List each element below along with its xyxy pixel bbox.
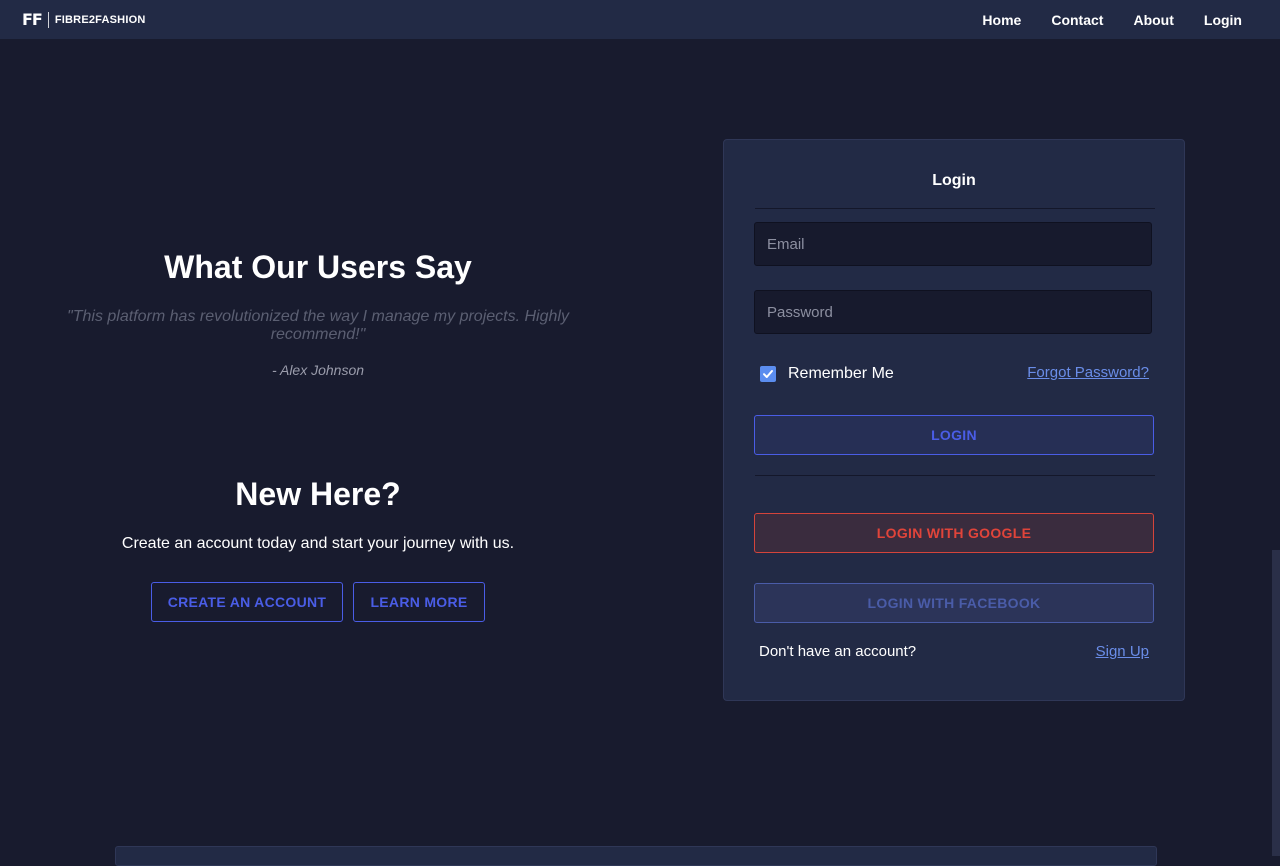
brand-logo[interactable]: FF FIBRE2FASHION [22,10,145,29]
testimonial-title: What Our Users Say [164,249,472,285]
logo-mark: FF [22,10,43,29]
logo-text: FIBRE2FASHION [54,13,146,26]
login-card: Login Remember Me Forgot Password? LOGIN… [723,139,1185,701]
login-card-title: Login [932,172,976,189]
sign-up-link[interactable]: Sign Up [1096,643,1149,660]
remember-me: Remember Me [760,365,894,383]
login-button[interactable]: LOGIN [754,415,1154,455]
testimonial-author: - Alex Johnson [271,362,365,378]
nav-link-login[interactable]: Login [1189,12,1242,28]
email-field[interactable] [754,222,1152,266]
nav-link-contact[interactable]: Contact [1036,12,1118,28]
forgot-password-link[interactable]: Forgot Password? [1027,364,1149,381]
checkmark-icon [763,370,773,378]
bottom-panel [115,846,1157,866]
no-account-text: Don't have an account? [759,643,917,660]
nav-link-about[interactable]: About [1118,12,1188,28]
scrollbar[interactable] [1272,550,1280,856]
login-with-facebook-button[interactable]: LOGIN WITH FACEBOOK [754,583,1154,623]
testimonial-quote: "This platform has revolutionized the wa… [67,308,569,343]
remember-me-checkbox[interactable] [760,366,776,382]
top-navbar: FF FIBRE2FASHION Home Contact About Logi… [0,0,1280,39]
new-here-title: New Here? [235,476,401,512]
divider [755,475,1155,476]
remember-me-label: Remember Me [788,365,894,382]
login-with-google-button[interactable]: LOGIN WITH GOOGLE [754,513,1154,553]
password-field[interactable] [754,290,1152,334]
create-account-button[interactable]: CREATE AN ACCOUNT [151,582,343,622]
nav-link-home[interactable]: Home [967,12,1036,28]
new-here-subtitle: Create an account today and start your j… [121,535,515,552]
divider [755,208,1155,209]
learn-more-button[interactable]: LEARN MORE [353,582,485,622]
logo-separator [47,11,49,28]
nav-links: Home Contact About Login [967,12,1242,28]
